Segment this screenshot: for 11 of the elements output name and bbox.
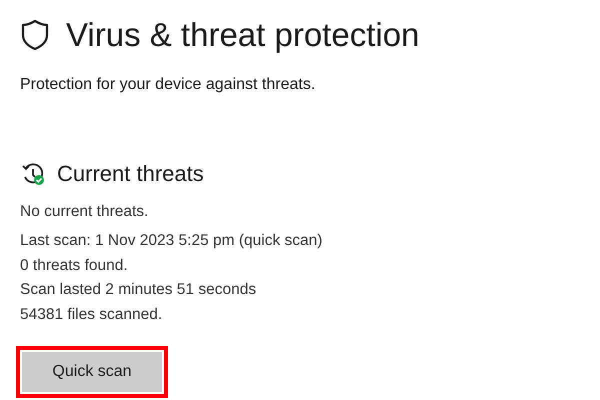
shield-icon <box>20 19 50 51</box>
quick-scan-button[interactable]: Quick scan <box>22 352 162 392</box>
section-title: Current threats <box>57 160 204 188</box>
scan-detail: Last scan: 1 Nov 2023 5:25 pm (quick scan) <box>20 231 324 251</box>
scan-detail: Scan lasted 2 minutes 51 seconds <box>20 280 258 300</box>
scan-detail: 54381 files scanned. <box>20 304 164 324</box>
scan-detail: 0 threats found. <box>20 256 129 276</box>
history-check-icon <box>21 162 45 186</box>
status-text: No current threats. <box>19 202 150 222</box>
page-title: Virus & threat protection <box>66 15 420 55</box>
page-subtitle: Protection for your device against threats. <box>19 75 316 95</box>
